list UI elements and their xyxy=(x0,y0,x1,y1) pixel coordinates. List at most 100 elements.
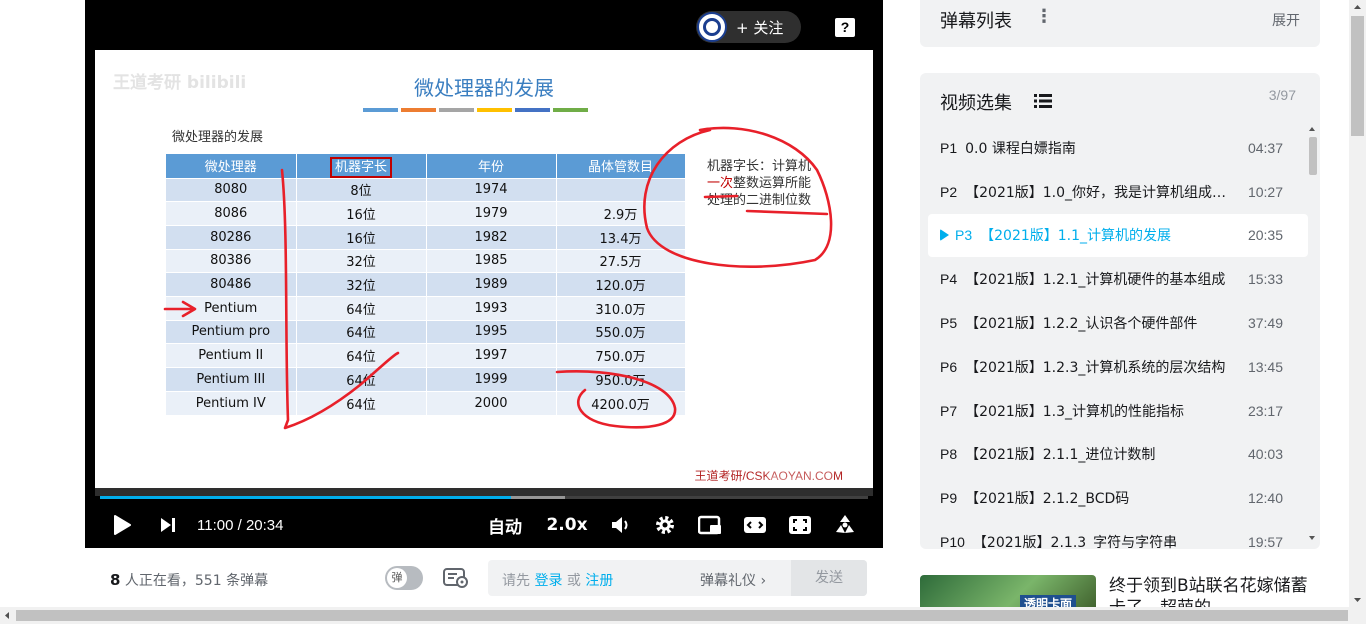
ink-stroke xyxy=(555,370,677,429)
episode-title: 【2021版】1.1_计算机的发展 xyxy=(980,228,1172,245)
uploader-avatar[interactable] xyxy=(697,12,727,42)
episode-count: 3/97 xyxy=(1268,87,1296,103)
ink-stroke xyxy=(643,126,833,268)
ink-stroke xyxy=(703,194,739,199)
episode-item[interactable]: P10 【2021版】2.1.3_字符与字符串 19:57 xyxy=(928,520,1308,549)
episode-number: P5 xyxy=(940,315,958,332)
episode-item[interactable]: P4 【2021版】1.2.1_计算机硬件的基本组成 15:33 xyxy=(928,257,1308,301)
episode-list: P1 0.0 课程白嫖指南 04:37 P2 【2021版】1.0_你好，我是计算机组成… xyxy=(928,126,1308,549)
progress-bar[interactable] xyxy=(100,496,868,499)
episode-duration: 13:45 xyxy=(1247,358,1283,375)
episode-item[interactable]: P6 【2021版】1.2.3_计算机系统的层次结构 13:45 xyxy=(928,345,1308,389)
login-link[interactable]: 登录 xyxy=(534,573,562,589)
danmaku-list-panel[interactable]: 弹幕列表 ⋮ 展开 xyxy=(920,0,1320,47)
episode-item[interactable]: P3 【2021版】1.1_计算机的发展 20:35 xyxy=(928,213,1308,258)
ink-stroke xyxy=(280,168,400,430)
episode-title: 【2021版】2.1.3_字符与字符串 xyxy=(972,535,1178,549)
danmaku-input-hint: 请先 登录 或 注册 xyxy=(502,573,614,589)
episode-number: P1 xyxy=(940,139,958,156)
episode-duration: 15:33 xyxy=(1247,271,1283,288)
episode-duration: 12:40 xyxy=(1247,490,1283,507)
episode-number: P6 xyxy=(940,358,958,375)
progress-played xyxy=(100,496,511,499)
fullscreen-icon[interactable] xyxy=(832,505,858,545)
now-playing-icon xyxy=(940,229,949,242)
page-vertical-scroll-thumb[interactable] xyxy=(1351,16,1364,136)
episode-title: 【2021版】2.1.1_进位计数制 xyxy=(965,447,1156,464)
volume-icon[interactable] xyxy=(608,505,634,545)
danmaku-etiquette-link[interactable]: 弹幕礼仪 › xyxy=(700,570,766,590)
follow-label: + 关注 xyxy=(736,18,784,37)
danmaku-toggle-knob: 弹 xyxy=(387,568,407,588)
danmaku-count: 551 xyxy=(194,573,222,589)
episode-duration: 23:17 xyxy=(1247,402,1283,419)
episode-list-panel: 视频选集 3/97 P1 0.0 课程白嫖指南 04:37 P2 【2021版】1.0_… xyxy=(920,73,1320,549)
control-bar: 11:00 / 20:34 自动 2.0x xyxy=(85,505,883,545)
episode-list-scrollbar[interactable] xyxy=(1306,125,1318,545)
episode-item[interactable]: P5 【2021版】1.2.2_认识各个硬件部件 37:49 xyxy=(928,301,1308,345)
list-view-icon[interactable] xyxy=(1034,93,1052,112)
danmaku-toggle[interactable]: 弹 xyxy=(385,566,423,590)
follow-button[interactable]: + 关注 xyxy=(696,11,801,43)
danmaku-settings-icon[interactable] xyxy=(443,567,469,589)
episode-list-scroll-thumb[interactable] xyxy=(1309,137,1317,175)
widescreen-icon[interactable] xyxy=(742,505,768,545)
episode-title: 【2021版】2.1.2_BCD码 xyxy=(965,491,1130,508)
video-player[interactable]: + 关注 ? 王道考研 bilibili 微处理器的发展 微处理器的发展 微处理… xyxy=(85,0,883,548)
danmaku-list-title: 弹幕列表 xyxy=(940,11,1012,32)
play-icon[interactable] xyxy=(107,505,137,545)
episode-number: P4 xyxy=(940,271,958,288)
viewer-count: 8 xyxy=(110,571,121,589)
episode-title: 【2021版】1.2.1_计算机硬件的基本组成 xyxy=(965,272,1226,289)
page-horizontal-scrollbar[interactable] xyxy=(0,607,1366,624)
episode-item[interactable]: P2 【2021版】1.0_你好，我是计算机组成… 10:27 xyxy=(928,170,1308,214)
next-episode-icon[interactable] xyxy=(155,505,181,545)
episode-item[interactable]: P1 0.0 课程白嫖指南 04:37 xyxy=(928,126,1308,170)
total-time: 20:34 xyxy=(245,516,284,534)
episode-number: P3 xyxy=(955,227,973,244)
help-icon[interactable]: ? xyxy=(835,18,855,37)
episode-title: 【2021版】1.3_计算机的性能指标 xyxy=(965,403,1185,420)
page-vertical-scrollbar[interactable] xyxy=(1349,0,1366,607)
danmaku-heat-graph xyxy=(95,462,873,496)
episode-number: P8 xyxy=(940,446,958,463)
time-display: 11:00 / 20:34 xyxy=(197,516,284,534)
episode-duration: 20:35 xyxy=(1247,227,1283,244)
episode-number: P10 xyxy=(940,534,965,549)
pen-annotations xyxy=(163,126,833,430)
center-play-icon[interactable] xyxy=(765,420,835,482)
episode-number: P7 xyxy=(940,402,958,419)
episode-duration: 04:37 xyxy=(1247,139,1283,156)
episode-title: 【2021版】1.2.2_认识各个硬件部件 xyxy=(965,316,1198,333)
settings-gear-icon[interactable] xyxy=(652,505,678,545)
current-time: 11:00 xyxy=(197,516,234,534)
episode-title: 【2021版】1.2.3_计算机系统的层次结构 xyxy=(965,359,1226,376)
video-frame: 王道考研 bilibili 微处理器的发展 微处理器的发展 微处理器 机器字长 … xyxy=(95,50,873,488)
episode-item[interactable]: P7 【2021版】1.3_计算机的性能指标 23:17 xyxy=(928,389,1308,433)
page-horizontal-scroll-thumb[interactable] xyxy=(16,610,1348,621)
send-danmaku-button[interactable]: 发送 xyxy=(791,560,867,596)
episode-list-title: 视频选集 xyxy=(940,93,1012,114)
episode-item[interactable]: P8 【2021版】2.1.1_进位计数制 40:03 xyxy=(928,433,1308,477)
expand-button[interactable]: 展开 xyxy=(1272,10,1300,30)
speed-selector[interactable]: 2.0x xyxy=(546,505,588,545)
episode-title: 0.0 课程白嫖指南 xyxy=(965,140,1076,157)
picture-in-picture-icon[interactable] xyxy=(697,505,723,545)
episode-duration: 10:27 xyxy=(1247,183,1283,200)
episode-duration: 40:03 xyxy=(1247,446,1283,463)
ink-stroke xyxy=(745,209,829,216)
register-link[interactable]: 注册 xyxy=(585,573,613,589)
episode-title: 【2021版】1.0_你好，我是计算机组成… xyxy=(965,184,1227,201)
danmaku-send-bar: 8 人正在看，551 条弹幕 弹 请先 登录 或 注册 弹幕礼仪 › 发送 xyxy=(85,548,883,608)
viewer-stats: 8 人正在看，551 条弹幕 xyxy=(110,571,269,589)
danmaku-input[interactable]: 请先 登录 或 注册 弹幕礼仪 › 发送 xyxy=(488,560,867,596)
episode-duration: 19:57 xyxy=(1247,534,1283,549)
more-options-icon[interactable]: ⋮ xyxy=(1035,6,1053,27)
episode-number: P2 xyxy=(940,183,958,200)
episode-duration: 37:49 xyxy=(1247,315,1283,332)
episode-item[interactable]: P9 【2021版】2.1.2_BCD码 12:40 xyxy=(928,476,1308,520)
ink-stroke xyxy=(163,300,197,318)
web-fullscreen-icon[interactable] xyxy=(787,505,813,545)
episode-number: P9 xyxy=(940,490,958,507)
quality-selector[interactable]: 自动 xyxy=(483,505,527,545)
